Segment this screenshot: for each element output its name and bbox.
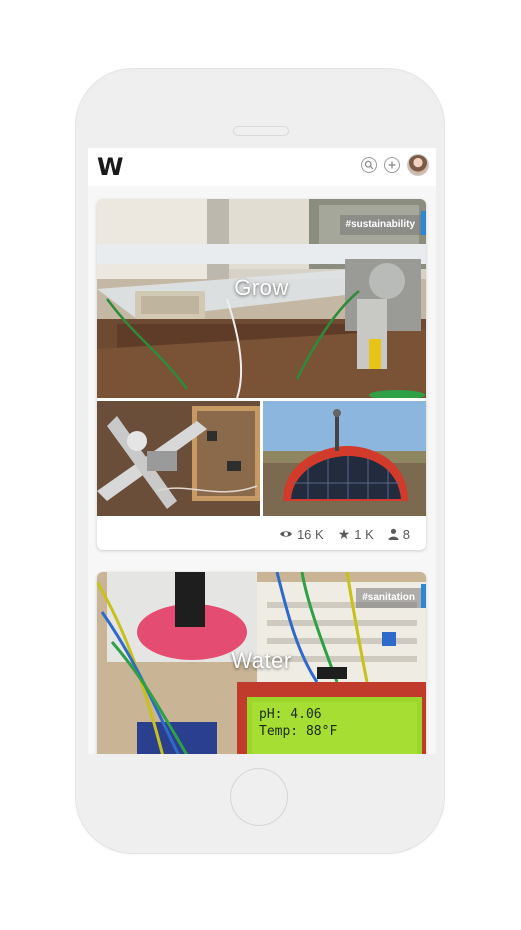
stars-count: 1 K xyxy=(354,526,374,542)
card-hero-image[interactable]: #sanitation Water pH: 4.06 Temp: 88°F xyxy=(97,572,426,754)
members-count: 8 xyxy=(402,526,410,542)
feed: #sustainability Grow 16 K ★ 1 K 8 #sanit… xyxy=(88,186,436,754)
app-header: W xyxy=(88,148,436,187)
add-button[interactable] xyxy=(384,157,400,173)
members-stat: 8 xyxy=(388,527,410,542)
tag-accent-bar xyxy=(421,211,426,235)
card-title: Grow xyxy=(234,275,289,300)
lcd-line-1: pH: 4.06 xyxy=(259,707,322,722)
search-button[interactable] xyxy=(361,157,377,173)
lcd-display: pH: 4.06 Temp: 88°F xyxy=(259,706,419,740)
card-stats: 16 K ★ 1 K 8 xyxy=(97,518,426,550)
home-button[interactable] xyxy=(230,768,288,826)
star-icon: ★ xyxy=(337,526,351,542)
views-count: 16 K xyxy=(296,526,324,542)
stars-stat: ★ 1 K xyxy=(338,527,374,542)
app-screen: W #sustainability Grow 16 K ★ 1 K 8 #san… xyxy=(88,148,436,754)
tag-accent-bar xyxy=(421,584,426,608)
person-icon xyxy=(388,528,399,540)
phone-speaker xyxy=(233,126,289,136)
card-tag[interactable]: #sanitation xyxy=(356,588,421,608)
plus-icon xyxy=(388,161,396,169)
card-tag[interactable]: #sustainability xyxy=(339,215,421,235)
eye-icon xyxy=(279,531,292,537)
project-card-grow[interactable]: #sustainability Grow 16 K ★ 1 K 8 xyxy=(97,199,426,550)
lcd-line-2: Temp: 88°F xyxy=(259,724,338,739)
thumbnail-photo-robot xyxy=(97,401,260,516)
project-card-water[interactable]: #sanitation Water pH: 4.06 Temp: 88°F xyxy=(97,572,426,754)
card-hero-image[interactable]: #sustainability Grow xyxy=(97,199,426,398)
avatar[interactable] xyxy=(408,155,428,175)
card-thumbnail-right[interactable] xyxy=(263,401,426,516)
thumbnail-photo-solar xyxy=(263,401,426,516)
views-stat: 16 K xyxy=(279,527,324,542)
search-icon xyxy=(364,160,374,170)
card-thumbnail-left[interactable] xyxy=(97,401,260,516)
card-title: Water xyxy=(231,648,292,673)
app-logo[interactable]: W xyxy=(97,153,124,181)
